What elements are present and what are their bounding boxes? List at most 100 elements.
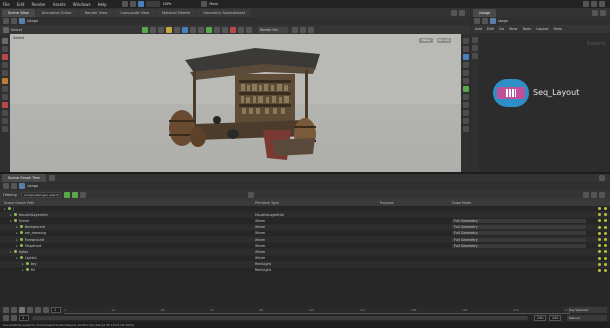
network-menu-add[interactable]: Add xyxy=(475,27,482,31)
range-icon-2[interactable] xyxy=(11,315,17,321)
header-draw[interactable]: Draw Mode xyxy=(452,201,532,205)
jump-start-icon[interactable] xyxy=(3,307,9,313)
tab-render-view[interactable]: Render View xyxy=(78,9,114,17)
tab-geometry-spreadsheet[interactable]: Geometry Spreadsheet xyxy=(197,9,251,17)
rotate-tool-icon[interactable] xyxy=(2,54,8,60)
viewport-cam-button[interactable]: No cam xyxy=(437,38,451,43)
visibility-icon[interactable] xyxy=(598,256,601,260)
bottom-add-tab-icon[interactable] xyxy=(48,175,55,181)
bottom-path[interactable]: /stage xyxy=(27,184,38,188)
tool-icon-17[interactable] xyxy=(308,26,315,33)
handle-tool-icon[interactable] xyxy=(2,70,8,76)
active-icon[interactable] xyxy=(604,231,607,235)
draw-mode-cell[interactable]: Full Geometry xyxy=(452,218,586,223)
header-purpose[interactable]: Purpose xyxy=(380,201,452,205)
jump-end-icon[interactable] xyxy=(43,307,49,313)
play-icon[interactable] xyxy=(27,307,33,313)
display-opt-icon-3[interactable] xyxy=(462,54,469,60)
tool-icon-15[interactable] xyxy=(292,26,299,33)
expand-arrow-icon[interactable]: ▸ xyxy=(16,256,18,260)
visibility-icon[interactable] xyxy=(598,268,601,272)
display-opt-icon-2[interactable] xyxy=(462,46,469,52)
current-frame-field[interactable]: 1 xyxy=(51,307,61,313)
display-opt-icon-4[interactable] xyxy=(462,62,469,68)
tool-icon-5[interactable] xyxy=(174,26,181,33)
menu-render[interactable]: Render xyxy=(31,2,45,7)
display-opt-icon-1[interactable] xyxy=(462,38,469,44)
stop-icon[interactable] xyxy=(19,307,25,313)
view-tool-icon[interactable] xyxy=(2,86,8,92)
tool-icon-10[interactable] xyxy=(214,26,221,33)
move-tool-icon[interactable] xyxy=(2,46,8,52)
tree-opt-icon-2[interactable] xyxy=(591,191,597,198)
tool-icon-12[interactable] xyxy=(230,26,237,33)
viewport-canvas[interactable]: Select Persp No cam xyxy=(10,34,461,172)
display-opt-icon-5[interactable] xyxy=(462,70,469,76)
manual-mode-button[interactable]: Manual xyxy=(567,315,607,321)
active-icon[interactable] xyxy=(604,268,607,272)
close-icon[interactable] xyxy=(599,1,605,7)
layout-icon[interactable] xyxy=(201,1,208,7)
visibility-icon[interactable] xyxy=(598,238,601,242)
visibility-icon[interactable] xyxy=(598,262,601,266)
search-field[interactable]: Composited geo search xyxy=(20,191,61,198)
network-menu-tools[interactable]: Tools xyxy=(522,27,531,31)
active-icon[interactable] xyxy=(604,244,607,248)
display-opt-icon-7[interactable] xyxy=(462,86,469,92)
network-editor-canvas[interactable]: Solaris Seq_Layout xyxy=(471,33,610,172)
display-opt-icon-11[interactable] xyxy=(462,118,469,124)
select-mode-icon[interactable] xyxy=(3,26,9,33)
context-label[interactable]: LOPs xyxy=(163,2,172,6)
network-path[interactable]: stage xyxy=(498,19,508,23)
pane-menu-icon[interactable] xyxy=(459,10,465,16)
tab-composite-view[interactable]: Composite View xyxy=(114,9,156,17)
draw-mode-cell[interactable]: Full Geometry xyxy=(452,237,586,242)
tool-icon-1[interactable] xyxy=(142,26,149,33)
network-menu-view[interactable]: View xyxy=(509,27,518,31)
visibility-icon[interactable] xyxy=(598,213,601,217)
menu-file[interactable]: File xyxy=(3,2,10,7)
active-icon[interactable] xyxy=(604,250,607,254)
network-menu-help[interactable]: Help xyxy=(554,27,562,31)
network-menu-icon[interactable] xyxy=(600,10,606,16)
forward-icon[interactable] xyxy=(11,18,17,24)
step-back-icon[interactable] xyxy=(11,307,17,313)
visibility-icon[interactable] xyxy=(598,231,601,235)
visibility-icon[interactable] xyxy=(598,219,601,223)
draw-mode-cell[interactable]: Full Geometry xyxy=(452,243,586,248)
lock-tool-icon[interactable] xyxy=(2,110,8,116)
redo-icon[interactable] xyxy=(129,1,136,7)
viewport-persp-button[interactable]: Persp xyxy=(419,38,433,43)
timeline-ruler[interactable]: 124487296120144168192216240 xyxy=(64,306,570,314)
hierarchy-icon[interactable] xyxy=(247,191,254,198)
visibility-icon[interactable] xyxy=(598,244,601,248)
filter-icon-3[interactable] xyxy=(79,191,86,198)
network-tool-icon-1[interactable] xyxy=(472,37,478,43)
visibility-icon[interactable] xyxy=(598,250,601,254)
tab-scene-view[interactable]: Scene View xyxy=(2,9,35,17)
tab-material-palette[interactable]: Material Palette xyxy=(156,9,197,17)
viewport-path[interactable]: /stage xyxy=(27,19,38,23)
bottom-forward-icon[interactable] xyxy=(11,183,17,189)
tool-icon-4[interactable] xyxy=(166,26,173,33)
tool-icon-2[interactable] xyxy=(150,26,157,33)
network-forward-icon[interactable] xyxy=(482,18,488,24)
light-tool-icon[interactable] xyxy=(2,118,8,124)
expand-arrow-icon[interactable]: ▸ xyxy=(10,250,12,254)
brush-tool-icon[interactable] xyxy=(2,94,8,100)
menu-help[interactable]: Help xyxy=(98,2,107,7)
menu-assets[interactable]: Assets xyxy=(53,2,66,7)
tree-opt-icon-3[interactable] xyxy=(599,191,605,198)
tool-icon-3[interactable] xyxy=(158,26,165,33)
context-select[interactable] xyxy=(145,1,160,7)
network-menu-edit[interactable]: Edit xyxy=(487,27,494,31)
filter-icon-2[interactable] xyxy=(71,191,78,198)
tool-icon-16[interactable] xyxy=(300,26,307,33)
tab-animation-editor[interactable]: Animation Editor xyxy=(35,9,78,17)
range-slider[interactable] xyxy=(32,316,528,320)
tool-icon-7[interactable] xyxy=(190,26,197,33)
back-icon[interactable] xyxy=(3,18,9,24)
display-opt-icon-12[interactable] xyxy=(462,126,469,132)
network-add-tab-icon[interactable] xyxy=(592,10,598,16)
visibility-icon[interactable] xyxy=(598,207,601,211)
